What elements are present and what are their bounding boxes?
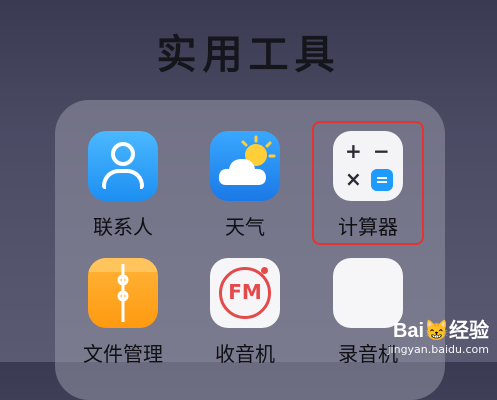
fm-text: FM — [228, 280, 262, 304]
app-weather[interactable]: 天气 — [190, 131, 300, 240]
app-label-weather: 天气 — [225, 215, 265, 239]
app-file-manager[interactable]: 文件管理 — [68, 258, 178, 367]
app-label-fm-radio: 收音机 — [215, 342, 275, 366]
app-fm-radio[interactable]: FM 收音机 — [190, 258, 300, 367]
watermark-url: jingyan.baidu.com — [387, 343, 489, 356]
fm-radio-icon[interactable]: FM — [210, 258, 280, 328]
weather-icon[interactable] — [210, 131, 280, 201]
app-label-contacts: 联系人 — [93, 215, 153, 239]
contacts-icon[interactable] — [88, 131, 158, 201]
app-contacts[interactable]: 联系人 — [68, 131, 178, 240]
folder-title: 实用工具 — [156, 32, 341, 78]
watermark-brand: Bai😸经验 — [392, 320, 489, 342]
file-manager-icon[interactable] — [88, 258, 158, 328]
calculator-highlight-box — [312, 121, 424, 245]
watermark: Bai😸经验 jingyan.baidu.com — [387, 314, 489, 356]
app-label-file-manager: 文件管理 — [83, 342, 163, 366]
